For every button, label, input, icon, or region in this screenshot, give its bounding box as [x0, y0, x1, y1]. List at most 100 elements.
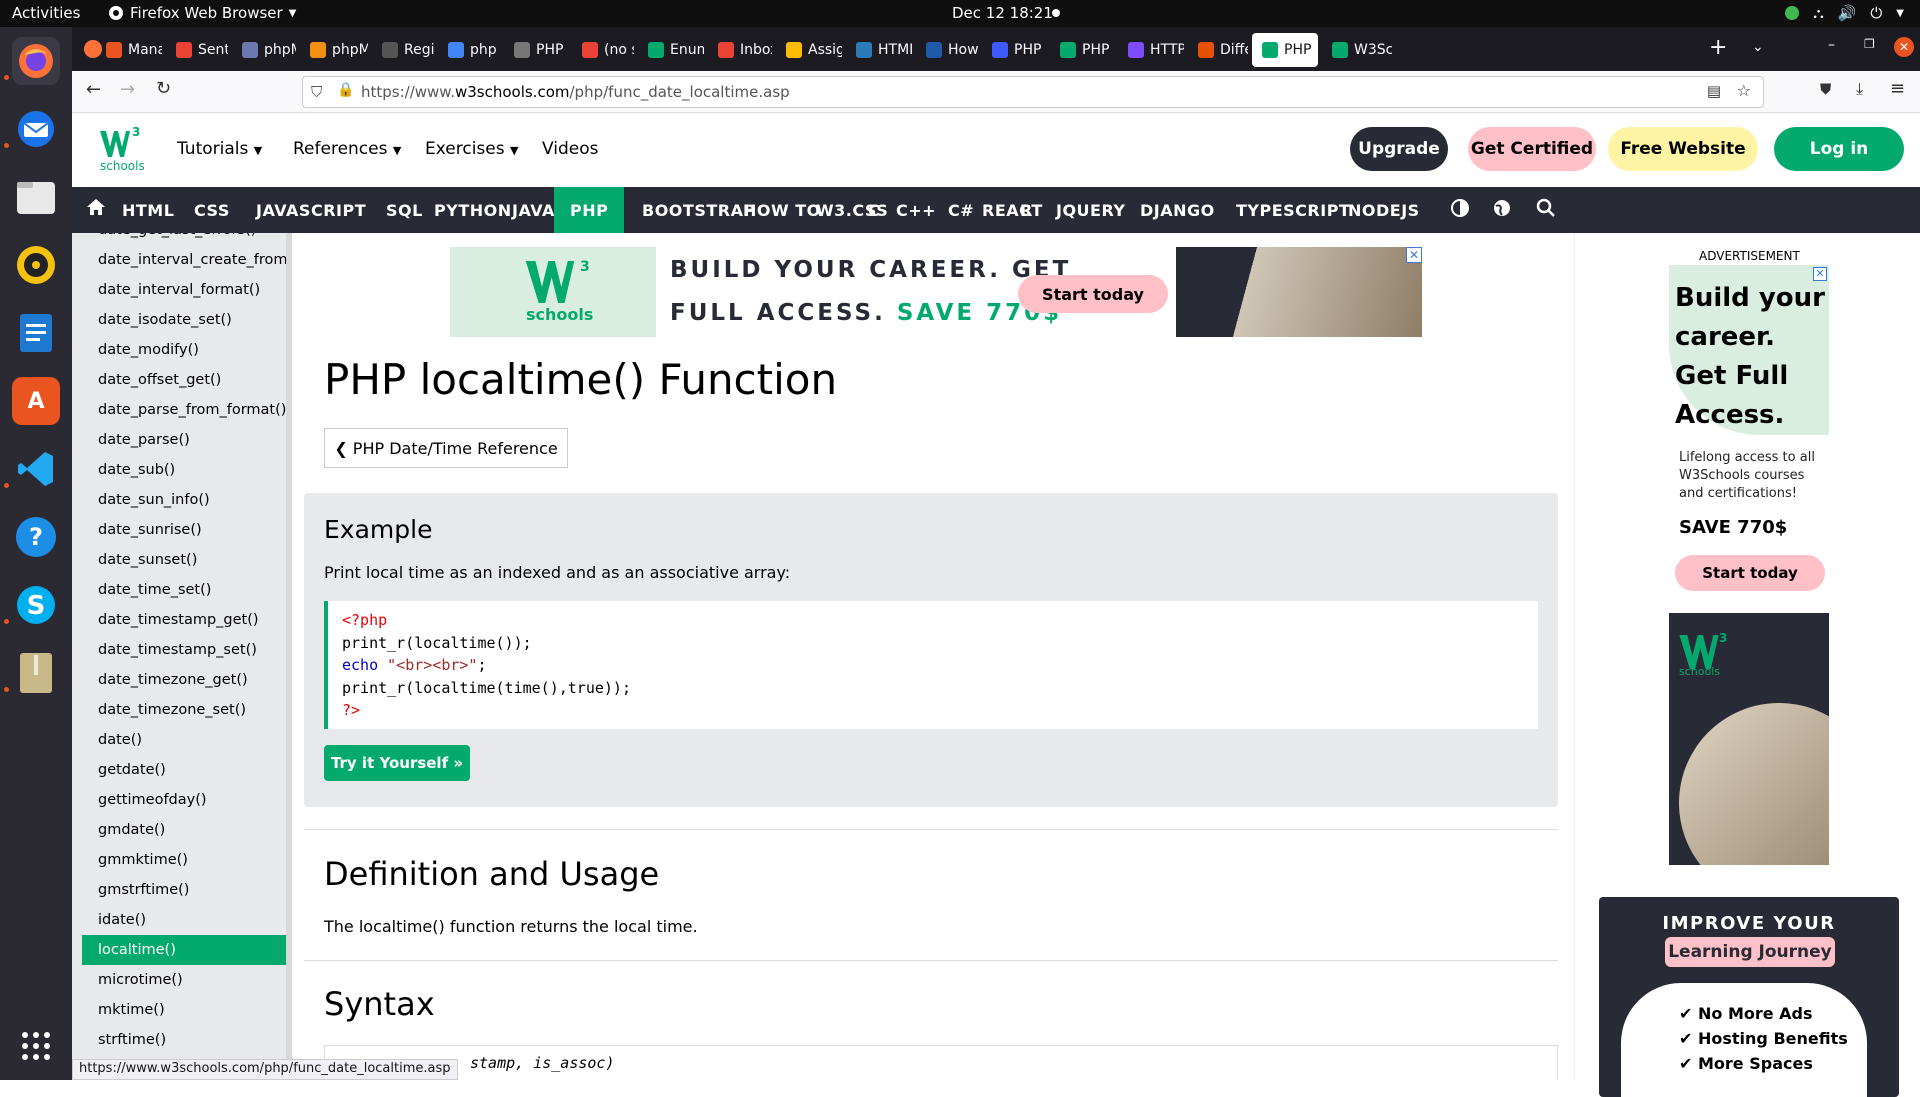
references-menu[interactable]: References ▼	[293, 139, 401, 159]
sidebar-item[interactable]: gmdate()	[82, 815, 165, 845]
sidebar-item[interactable]: strftime()	[82, 1025, 166, 1055]
browser-tab[interactable]: Differ	[1188, 33, 1248, 67]
ad-close-icon[interactable]: ✕	[1813, 267, 1827, 281]
downloads-icon[interactable]: ⤓	[1856, 79, 1863, 99]
browser-tab[interactable]: phpM	[232, 33, 296, 67]
sidebar-item[interactable]: date_sunrise()	[82, 515, 202, 545]
ad-close-icon[interactable]: ✕	[1406, 247, 1422, 263]
ad-start-today-button[interactable]: Start today	[1018, 275, 1168, 313]
app-menu[interactable]: Firefox Web Browser ▼	[108, 4, 296, 22]
sidebar-item[interactable]: date_offset_get()	[82, 365, 221, 395]
get-certified-button[interactable]: Get Certified	[1468, 127, 1596, 171]
topnav-item-typescript[interactable]: TYPESCRIPT	[1228, 187, 1358, 233]
skype-icon[interactable]: S	[12, 581, 60, 629]
tutorials-menu[interactable]: Tutorials ▼	[177, 139, 262, 159]
sidebar-item[interactable]: date_timestamp_set()	[82, 635, 257, 665]
topnav-item-c++[interactable]: C++	[888, 187, 944, 233]
w3schools-logo[interactable]: 3 schools	[100, 125, 146, 173]
volume-icon[interactable]: 🔊	[1838, 4, 1857, 22]
topnav-item-php[interactable]: PHP	[554, 187, 625, 233]
sidebar-item[interactable]: microtime()	[82, 965, 183, 995]
free-website-button[interactable]: Free Website	[1608, 127, 1758, 171]
archive-icon[interactable]	[12, 649, 60, 697]
browser-tab[interactable]: PHP✕	[1252, 33, 1318, 67]
sidebar-item[interactable]: localtime()	[82, 935, 292, 965]
minimize-button[interactable]: –	[1828, 37, 1835, 53]
browser-tab[interactable]: phpM	[300, 33, 368, 67]
pocket-icon[interactable]: ⛊	[1820, 80, 1831, 98]
power-icon[interactable]: ⏻	[1870, 4, 1882, 22]
activities-button[interactable]: Activities	[12, 4, 80, 22]
browser-tab[interactable]: Inbox	[708, 33, 772, 67]
home-icon[interactable]	[86, 197, 106, 221]
search-icon[interactable]	[1536, 198, 1556, 222]
topnav-item-c[interactable]: C	[860, 187, 888, 233]
vscode-icon[interactable]	[12, 445, 60, 493]
browser-tab[interactable]: PHP M	[1050, 33, 1114, 67]
contrast-icon[interactable]	[1450, 198, 1470, 222]
lock-icon[interactable]: 🔒	[337, 82, 354, 98]
system-tray[interactable]: ⛬ 🔊 ⏻ ▼	[1785, 4, 1904, 22]
right-ad-start-today-button[interactable]: Start today	[1675, 555, 1825, 591]
sidebar-item[interactable]: date_time_set()	[82, 575, 211, 605]
topnav-item-html[interactable]: HTML	[114, 187, 182, 233]
ad-banner[interactable]: 3 schools BUILD YOUR CAREER. GET FULL AC…	[450, 247, 1422, 337]
chevron-down-icon[interactable]: ▼	[1896, 8, 1904, 19]
browser-tab[interactable]: PHP E	[504, 33, 568, 67]
sidebar-item[interactable]: date_interval_create_from_date_string()	[82, 245, 292, 275]
right-ad-card[interactable]: Build your career. Get Full Access. ✕ Li…	[1669, 265, 1829, 667]
browser-tab[interactable]: PHP F	[982, 33, 1046, 67]
sidebar-item[interactable]: date_get_last_errors()	[82, 233, 256, 245]
sidebar-item[interactable]: gmstrftime()	[82, 875, 189, 905]
right-ad-image[interactable]: 3 schools	[1669, 613, 1829, 865]
browser-tab[interactable]: (no su	[572, 33, 634, 67]
topnav-item-django[interactable]: DJANGO	[1132, 187, 1223, 233]
topnav-item-r[interactable]: R	[1012, 187, 1041, 233]
sidebar-item[interactable]: idate()	[82, 905, 146, 935]
browser-tab[interactable]: Enum	[638, 33, 704, 67]
sidebar-item[interactable]: date_sun_info()	[82, 485, 210, 515]
browser-tab[interactable]: How t	[916, 33, 978, 67]
forward-icon[interactable]: →	[120, 79, 135, 100]
sidebar-item[interactable]: date()	[82, 725, 142, 755]
reload-icon[interactable]: ↻	[156, 78, 171, 99]
help-icon[interactable]: ?	[12, 513, 60, 561]
browser-tab[interactable]: HTTP	[1118, 33, 1184, 67]
sidebar-item[interactable]: gmmktime()	[82, 845, 188, 875]
browser-tab[interactable]: Sent	[166, 33, 228, 67]
list-tabs-icon[interactable]: ⌄	[1752, 39, 1764, 55]
close-window-button[interactable]: ✕	[1894, 37, 1914, 57]
browser-tab[interactable]: Mana	[96, 33, 162, 67]
thunderbird-icon[interactable]	[12, 105, 60, 153]
sidebar-item[interactable]: date_timezone_set()	[82, 695, 246, 725]
sidebar-item[interactable]: date_sub()	[82, 455, 175, 485]
sidebar-item[interactable]: gettimeofday()	[82, 785, 207, 815]
topnav-item-jquery[interactable]: JQUERY	[1048, 187, 1134, 233]
browser-tab[interactable]: HTML	[846, 33, 912, 67]
files-icon[interactable]	[12, 173, 60, 221]
globe-icon[interactable]	[1492, 198, 1512, 222]
sidebar-item[interactable]: date_parse_from_format()	[82, 395, 286, 425]
shield-icon[interactable]: ⛉	[311, 83, 322, 101]
improve-box[interactable]: IMPROVE YOUR Learning Journey ✔ No More …	[1599, 897, 1899, 1097]
sidebar-item[interactable]: date_timezone_get()	[82, 665, 248, 695]
browser-tab[interactable]: php b	[438, 33, 500, 67]
topnav-item-sql[interactable]: SQL	[378, 187, 431, 233]
bookmark-star-icon[interactable]: ☆	[1737, 81, 1751, 100]
videos-link[interactable]: Videos	[542, 139, 599, 159]
back-to-reference-link[interactable]: ❮ PHP Date/Time Reference	[324, 428, 568, 468]
sidebar-item[interactable]: date_parse()	[82, 425, 190, 455]
topnav-item-javascript[interactable]: JAVASCRIPT	[248, 187, 374, 233]
topnav-item-nodejs[interactable]: NODEJS	[1340, 187, 1428, 233]
sidebar-item[interactable]: date_sunset()	[82, 545, 197, 575]
back-icon[interactable]: ←	[86, 79, 101, 100]
browser-tab[interactable]: W3Scl	[1322, 33, 1392, 67]
topnav-item-css[interactable]: CSS	[186, 187, 238, 233]
sidebar-item[interactable]: date_modify()	[82, 335, 199, 365]
url-bar[interactable]: ⛉ 🔒 https://www.w3schools.com/php/func_d…	[302, 76, 1764, 108]
browser-tab[interactable]: Registrat	[372, 33, 434, 67]
login-button[interactable]: Log in	[1774, 127, 1904, 171]
app-grid-icon[interactable]	[12, 1022, 60, 1070]
rhythmbox-icon[interactable]	[12, 241, 60, 289]
software-center-icon[interactable]: A	[12, 377, 60, 425]
